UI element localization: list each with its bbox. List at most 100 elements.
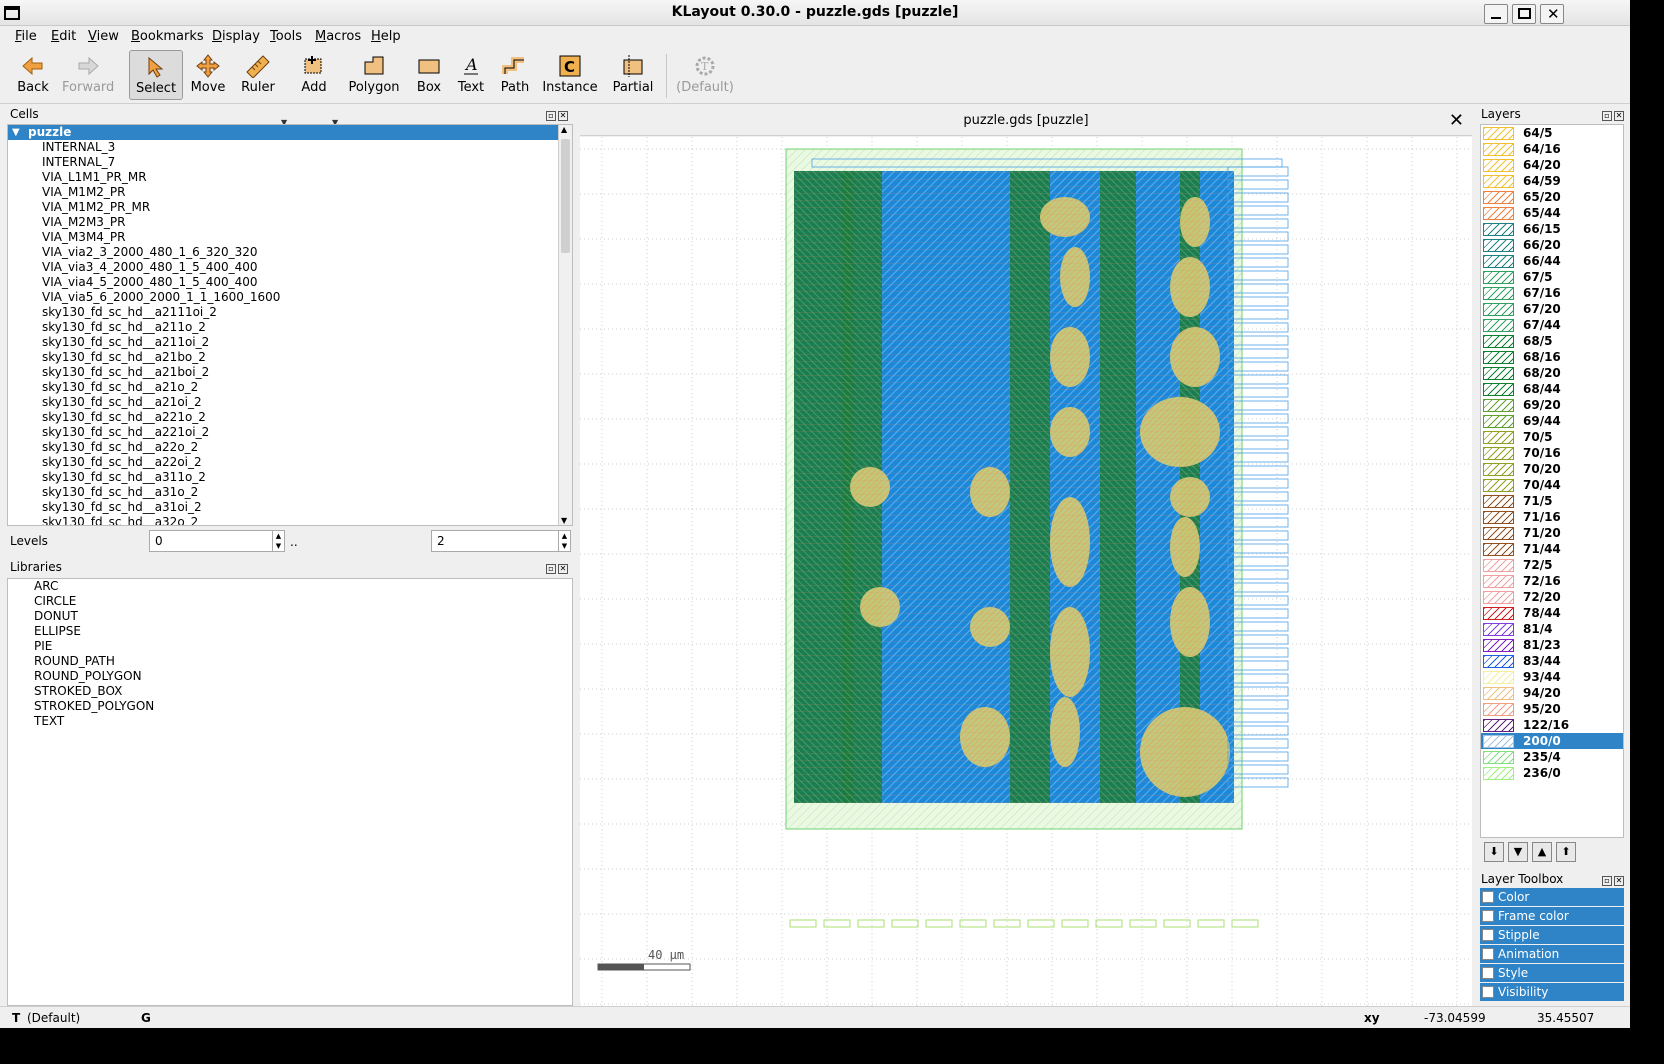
layer-row[interactable]: 71/5 <box>1481 493 1623 509</box>
layer-row[interactable]: 67/5 <box>1481 269 1623 285</box>
close-window-button[interactable]: ✕ <box>1540 4 1564 24</box>
layer-row[interactable]: 236/0 <box>1481 765 1623 781</box>
menu-view[interactable]: View <box>88 29 119 44</box>
maximize-button[interactable] <box>1512 4 1536 24</box>
cell-tree-item[interactable]: sky130_fd_sc_hd__a221o_2 <box>8 410 572 425</box>
spin-arrows-icon[interactable]: ▲ ▼ <box>272 531 284 551</box>
library-item[interactable]: ROUND_PATH <box>8 654 572 669</box>
back-button[interactable]: Back <box>14 50 52 100</box>
layer-row[interactable]: 68/5 <box>1481 333 1623 349</box>
layer-row[interactable]: 95/20 <box>1481 701 1623 717</box>
menu-edit[interactable]: Edit <box>51 29 76 44</box>
cell-tree-item[interactable]: INTERNAL_3 <box>8 140 572 155</box>
menu-tools[interactable]: Tools <box>270 29 302 44</box>
layer-row[interactable]: 68/44 <box>1481 381 1623 397</box>
toolbox-checkbox[interactable] <box>1482 929 1494 941</box>
library-item[interactable]: STROKED_BOX <box>8 684 572 699</box>
layer-row[interactable]: 66/15 <box>1481 221 1623 237</box>
cell-tree-item[interactable]: sky130_fd_sc_hd__a311o_2 <box>8 470 572 485</box>
cell-tree-item[interactable]: VIA_M2M3_PR <box>8 215 572 230</box>
add-button[interactable]: Add <box>298 50 330 100</box>
cell-tree-item[interactable]: VIA_via3_4_2000_480_1_5_400_400 <box>8 260 572 275</box>
layer-row[interactable]: 81/23 <box>1481 637 1623 653</box>
float-icon[interactable]: ▫ <box>546 564 556 574</box>
cell-tree-item[interactable]: VIA_via5_6_2000_2000_1_1_1600_1600 <box>8 290 572 305</box>
scroll-thumb[interactable] <box>561 139 570 253</box>
menu-macros[interactable]: Macros <box>315 29 361 44</box>
layer-row[interactable]: 64/16 <box>1481 141 1623 157</box>
scroll-up-icon[interactable]: ▲ <box>561 125 567 134</box>
cell-tree-root[interactable]: ▼ puzzle <box>8 125 572 140</box>
close-icon[interactable]: ✕ <box>558 111 568 121</box>
float-icon[interactable]: ▫ <box>546 111 556 121</box>
layer-row[interactable]: 71/20 <box>1481 525 1623 541</box>
toolbox-checkbox[interactable] <box>1482 986 1494 998</box>
layer-row[interactable]: 94/20 <box>1481 685 1623 701</box>
layer-row[interactable]: 65/20 <box>1481 189 1623 205</box>
move-button[interactable]: Move <box>190 50 226 100</box>
toolbox-frame-color[interactable]: Frame color <box>1480 907 1624 926</box>
close-icon[interactable]: ✕ <box>558 564 568 574</box>
close-tab-icon[interactable]: ✕ <box>1449 110 1464 131</box>
levels-from-spinbox[interactable]: 0 ▲ ▼ <box>149 530 285 552</box>
layer-row[interactable]: 78/44 <box>1481 605 1623 621</box>
layer-row[interactable]: 65/44 <box>1481 205 1623 221</box>
library-item[interactable]: DONUT <box>8 609 572 624</box>
layer-row[interactable]: 72/20 <box>1481 589 1623 605</box>
layer-row[interactable]: 69/44 <box>1481 413 1623 429</box>
layer-row[interactable]: 83/44 <box>1481 653 1623 669</box>
cell-tree-item[interactable]: sky130_fd_sc_hd__a22o_2 <box>8 440 572 455</box>
toolbox-checkbox[interactable] <box>1482 967 1494 979</box>
layer-row[interactable]: 81/4 <box>1481 621 1623 637</box>
toolbox-color[interactable]: Color <box>1480 888 1624 907</box>
layer-row[interactable]: 122/16 <box>1481 717 1623 733</box>
levels-to-spinbox[interactable]: 2 ▲ ▼ <box>431 530 571 552</box>
layer-row[interactable]: 70/16 <box>1481 445 1623 461</box>
toolbox-style[interactable]: Style <box>1480 964 1624 983</box>
layer-row[interactable]: 69/20 <box>1481 397 1623 413</box>
library-item[interactable]: STROKED_POLYGON <box>8 699 572 714</box>
layout-canvas[interactable]: 40 µm <box>580 137 1472 1009</box>
layer-row[interactable]: 67/16 <box>1481 285 1623 301</box>
menu-help[interactable]: Help <box>371 29 401 44</box>
cell-tree-item[interactable]: VIA_via4_5_2000_480_1_5_400_400 <box>8 275 572 290</box>
cell-tree-item[interactable]: sky130_fd_sc_hd__a21o_2 <box>8 380 572 395</box>
toolbox-checkbox[interactable] <box>1482 891 1494 903</box>
cell-tree-item[interactable]: sky130_fd_sc_hd__a221oi_2 <box>8 425 572 440</box>
layer-row[interactable]: 70/5 <box>1481 429 1623 445</box>
toolbox-visibility[interactable]: Visibility <box>1480 983 1624 1002</box>
polygon-button[interactable]: Polygon <box>348 50 400 100</box>
move-down-icon[interactable]: ⬇ <box>1484 842 1504 862</box>
menu-file[interactable]: File <box>15 29 37 44</box>
cell-tree-item[interactable]: VIA_M3M4_PR <box>8 230 572 245</box>
layer-row[interactable]: 72/16 <box>1481 573 1623 589</box>
cell-tree-item[interactable]: sky130_fd_sc_hd__a31oi_2 <box>8 500 572 515</box>
layer-row[interactable]: 64/59 <box>1481 173 1623 189</box>
cell-tree-item[interactable]: INTERNAL_7 <box>8 155 572 170</box>
cell-tree-item[interactable]: sky130_fd_sc_hd__a31o_2 <box>8 485 572 500</box>
toolbox-stipple[interactable]: Stipple <box>1480 926 1624 945</box>
menu-display[interactable]: Display <box>212 29 260 44</box>
move-up-step-icon[interactable]: ▲ <box>1532 842 1552 862</box>
library-item[interactable]: ELLIPSE <box>8 624 572 639</box>
cell-tree-item[interactable]: sky130_fd_sc_hd__a2111oi_2 <box>8 305 572 320</box>
cell-tree-scrollbar[interactable]: ▲ ▼ <box>558 125 572 525</box>
cell-tree-item[interactable]: sky130_fd_sc_hd__a211oi_2 <box>8 335 572 350</box>
menu-bookmarks[interactable]: Bookmarks <box>131 29 204 44</box>
expand-triangle-icon[interactable]: ▼ <box>12 125 20 140</box>
layer-list[interactable]: 64/5 64/16 64/20 64/59 65/20 65/44 66/15 66/20 6… <box>1480 124 1624 838</box>
library-item[interactable]: CIRCLE <box>8 594 572 609</box>
layer-row[interactable]: 235/4 <box>1481 749 1623 765</box>
cell-tree-item[interactable]: VIA_M1M2_PR <box>8 185 572 200</box>
cell-tree[interactable]: ▼ puzzle INTERNAL_3 INTERNAL_7 VIA_L1M1_PR_… <box>7 124 573 526</box>
move-down-step-icon[interactable]: ▼ <box>1508 842 1528 862</box>
layer-row[interactable]: 70/20 <box>1481 461 1623 477</box>
layer-row[interactable]: 68/20 <box>1481 365 1623 381</box>
instance-button[interactable]: C Instance <box>542 50 598 100</box>
cell-tree-item[interactable]: VIA_M1M2_PR_MR <box>8 200 572 215</box>
forward-button[interactable]: Forward <box>62 50 114 100</box>
cell-tree-item[interactable]: VIA_via2_3_2000_480_1_6_320_320 <box>8 245 572 260</box>
library-list[interactable]: ARC CIRCLE DONUT ELLIPSE PIE ROUND_PATH ROUND_… <box>7 578 573 1006</box>
cell-tree-item[interactable]: sky130_fd_sc_hd__a21oi_2 <box>8 395 572 410</box>
select-button[interactable]: Select <box>129 50 183 100</box>
